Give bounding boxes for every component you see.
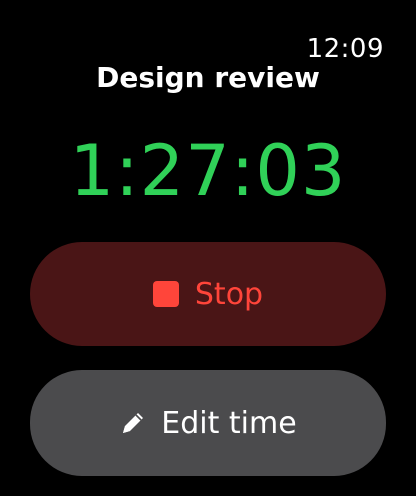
edit-time-button[interactable]: Edit time — [30, 370, 386, 476]
pencil-icon — [119, 409, 147, 437]
stop-square-icon — [152, 281, 179, 307]
edit-time-label: Edit time — [161, 405, 297, 441]
timer-title: Design review — [96, 61, 320, 94]
elapsed-time: 1:27:03 — [69, 130, 347, 212]
stop-button[interactable]: Stop — [30, 242, 386, 346]
stop-button-label: Stop — [194, 276, 264, 312]
